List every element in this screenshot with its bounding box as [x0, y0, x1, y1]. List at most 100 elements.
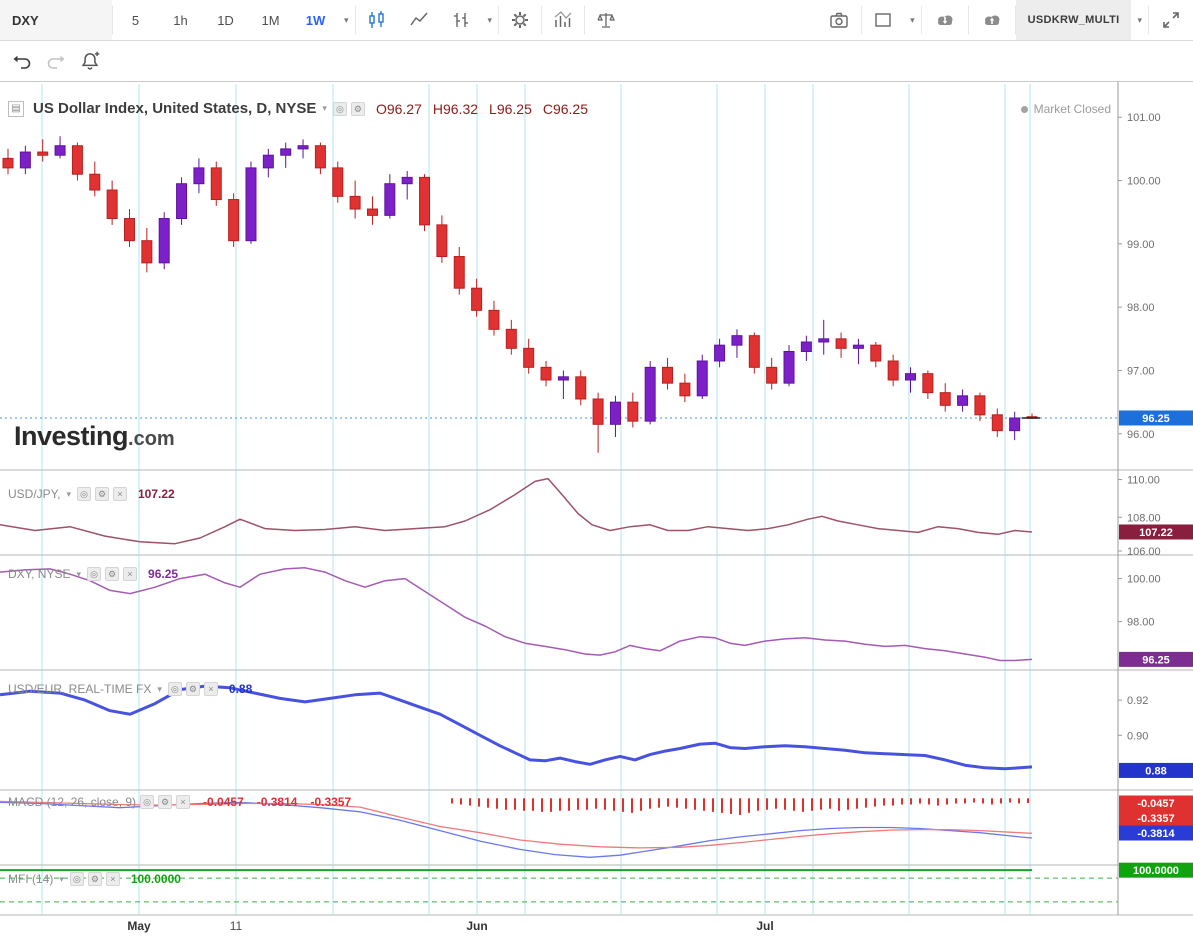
panel-collapse-icon[interactable]: ▤	[8, 100, 24, 117]
svg-text:107.22: 107.22	[1139, 527, 1173, 539]
chevron-down-icon[interactable]: ▾	[157, 684, 162, 695]
timeframe-1m-button[interactable]: 1M	[248, 0, 293, 40]
scales-icon	[597, 13, 616, 28]
watermark-bold: Investing	[14, 421, 129, 451]
compare-button[interactable]	[585, 0, 627, 40]
trading-chart-app: 101.00 100.00 99.00 98.00 97.00 96.00 110.00 10…	[0, 0, 1193, 937]
eye-icon[interactable]: ◎	[140, 795, 155, 809]
svg-text:110.00: 110.00	[1127, 475, 1160, 487]
pane-title[interactable]: MFI (14)	[8, 872, 53, 886]
candlestick-style-button[interactable]	[356, 0, 398, 40]
bell-plus-icon	[81, 51, 100, 70]
cloud-download-icon	[937, 15, 953, 25]
save-layout-button[interactable]	[969, 0, 1015, 40]
pane-value: 96.25	[148, 567, 179, 581]
eye-icon[interactable]: ◎	[77, 487, 91, 501]
timeframe-1h-button[interactable]: 1h	[158, 0, 203, 40]
timeframe-1w-button[interactable]: 1W	[293, 0, 338, 40]
usdeur-pane-legend: USD/EUR, REAL-TIME FX ▾ ◎ ⚙ × 0.88	[8, 682, 252, 696]
close-icon[interactable]: ×	[105, 872, 120, 886]
macd-hist-value: -0.0457	[203, 795, 244, 809]
usdjpy-pane-legend: USD/JPY, ▾ ◎ ⚙ × 107.22	[8, 487, 175, 501]
ohlc-high: H96.32	[432, 100, 479, 117]
price-axis[interactable]: 101.00 100.00 99.00 98.00 97.00 96.00 110.00 10…	[1118, 112, 1161, 742]
gear-icon[interactable]: ⚙	[105, 567, 120, 581]
svg-text:96.25: 96.25	[1142, 654, 1170, 666]
pane-title[interactable]: DXY, NYSE	[8, 567, 70, 581]
chevron-down-icon[interactable]: ▾	[59, 874, 64, 885]
chevron-down-icon: ▾	[487, 14, 493, 25]
gear-icon[interactable]: ⚙	[185, 682, 200, 696]
line-style-button[interactable]	[398, 0, 440, 40]
undo-button[interactable]	[6, 45, 38, 77]
snapshot-button[interactable]	[817, 0, 861, 40]
pane-value: 107.22	[138, 487, 175, 501]
chevron-down-icon: ▾	[910, 14, 915, 25]
redo-button[interactable]	[40, 45, 72, 77]
camera-icon	[830, 12, 848, 28]
fullscreen-icon	[1163, 12, 1179, 28]
chevron-down-icon[interactable]: ▾	[322, 103, 327, 114]
load-layout-button[interactable]	[922, 0, 968, 40]
crosshair-icon[interactable]: ◎	[332, 101, 347, 116]
macd-signal-value: -0.3357	[310, 795, 352, 809]
gear-icon[interactable]: ⚙	[350, 101, 365, 116]
candlestick-icon	[368, 11, 384, 28]
eye-icon[interactable]: ◎	[87, 567, 102, 581]
macd-line-value: -0.3814	[256, 795, 298, 809]
chevron-down-icon[interactable]: ▾	[66, 489, 71, 500]
svg-text:0.88: 0.88	[1145, 765, 1166, 777]
svg-text:100.00: 100.00	[1127, 176, 1161, 188]
timeframe-5-button[interactable]: 5	[113, 0, 158, 40]
redo-icon	[47, 55, 65, 69]
chevron-down-icon[interactable]: ▾	[76, 569, 81, 580]
svg-text:May: May	[127, 919, 151, 933]
chart-title[interactable]: US Dollar Index, United States, D, NYSE	[33, 100, 316, 117]
undo-icon	[13, 55, 31, 69]
fullscreen-button[interactable]	[1149, 0, 1193, 40]
svg-text:98.00: 98.00	[1127, 617, 1155, 629]
template-button[interactable]: USDKRW_MULTI	[1015, 0, 1132, 40]
svg-text:106.00: 106.00	[1127, 546, 1161, 558]
pane-value: 100.0000	[130, 872, 181, 886]
time-axis[interactable]: May 11 Jun Jul	[127, 919, 773, 933]
svg-text:Jul: Jul	[756, 919, 773, 933]
chevron-down-icon: ▾	[344, 14, 349, 25]
indicators-button[interactable]	[542, 0, 584, 40]
svg-text:-0.3814: -0.3814	[1137, 828, 1175, 840]
svg-text:96.25: 96.25	[1142, 413, 1170, 425]
eye-icon[interactable]: ◎	[69, 872, 84, 886]
template-dropdown-button[interactable]: ▾	[1131, 0, 1148, 40]
pane-title[interactable]: USD/EUR, REAL-TIME FX	[8, 682, 151, 696]
candlestick-series	[2, 136, 1038, 453]
gear-icon[interactable]: ⚙	[158, 795, 173, 809]
mfi-pane-legend: MFI (14) ▾ ◎ ⚙ × 100.0000	[8, 872, 181, 886]
close-icon[interactable]: ×	[113, 487, 127, 501]
gear-icon[interactable]: ⚙	[87, 872, 102, 886]
svg-text:0.92: 0.92	[1127, 695, 1148, 707]
alert-add-button[interactable]	[74, 45, 106, 77]
symbol-button[interactable]: DXY	[0, 0, 112, 40]
timeframe-dropdown-button[interactable]: ▾	[338, 0, 355, 40]
gear-icon[interactable]: ⚙	[95, 487, 109, 501]
svg-text:Jun: Jun	[466, 919, 487, 933]
cloud-upload-icon	[984, 15, 1000, 25]
layout-dropdown-button[interactable]: ▾	[904, 0, 921, 40]
settings-button[interactable]	[499, 0, 541, 40]
layout-button[interactable]	[862, 0, 904, 40]
svg-text:-0.0457: -0.0457	[1137, 798, 1174, 810]
svg-text:101.00: 101.00	[1127, 112, 1161, 124]
pane-title[interactable]: USD/JPY,	[8, 487, 60, 501]
chart-style-dropdown-button[interactable]: ▾	[482, 0, 499, 40]
eye-icon[interactable]: ◎	[167, 682, 182, 696]
close-icon[interactable]: ×	[203, 682, 218, 696]
main-chart-legend: ▤ US Dollar Index, United States, D, NYS…	[8, 100, 588, 117]
top-toolbar: DXY 5 1h 1D 1M 1W ▾ ▾ ▾ USDKRW_MULTI ▾	[0, 0, 1193, 41]
bar-style-button[interactable]	[440, 0, 482, 40]
timeframe-1d-button[interactable]: 1D	[203, 0, 248, 40]
close-icon[interactable]: ×	[176, 795, 191, 809]
market-status: Market Closed	[1020, 102, 1111, 116]
close-icon[interactable]: ×	[123, 567, 138, 581]
svg-text:108.00: 108.00	[1127, 512, 1161, 524]
pane-title[interactable]: MACD (12, 26, close, 9)	[8, 795, 136, 809]
